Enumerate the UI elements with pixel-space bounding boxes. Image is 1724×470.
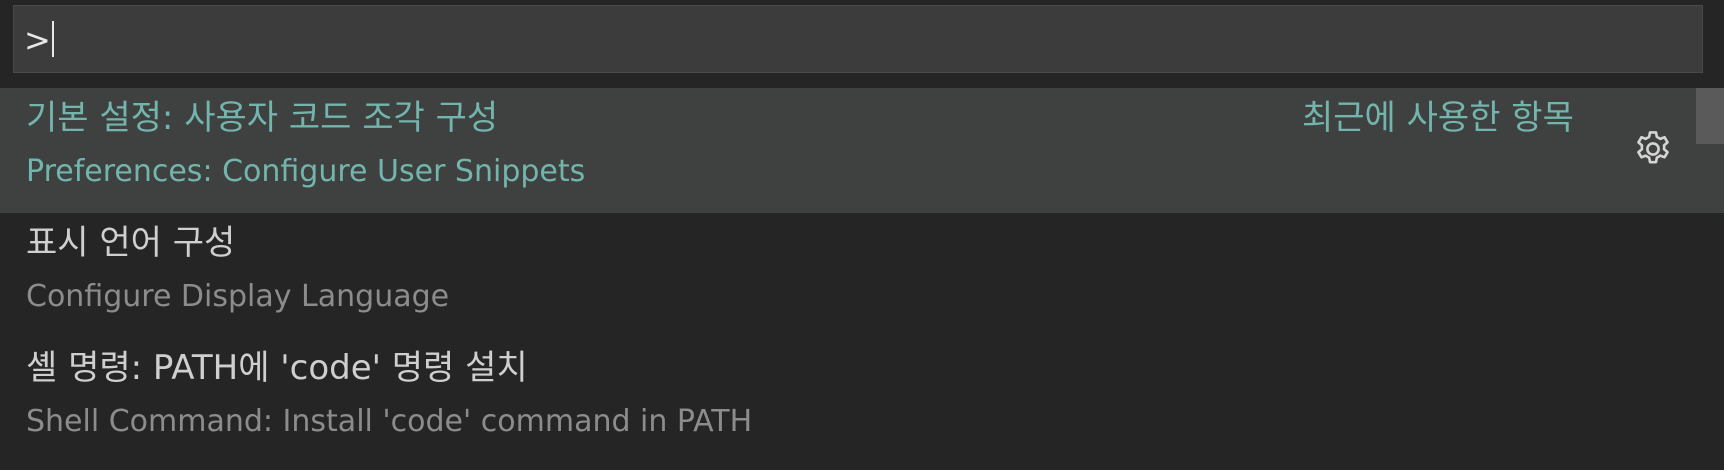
command-detail: Shell Command: Install 'code' command in… bbox=[26, 404, 753, 439]
command-label: 표시 언어 구성 bbox=[26, 223, 236, 263]
list-item-configure-display-language[interactable]: 표시 언어 구성 Configure Display Language bbox=[0, 213, 1724, 338]
command-detail: Preferences: Configure User Snippets bbox=[26, 154, 586, 189]
gear-icon[interactable] bbox=[1632, 128, 1674, 170]
command-input-box[interactable]: > bbox=[13, 5, 1703, 73]
scrollbar-track[interactable] bbox=[1696, 88, 1724, 470]
command-list: 기본 설정: 사용자 코드 조각 구성 최근에 사용한 항목 Preferenc… bbox=[0, 88, 1724, 470]
command-input-value: > bbox=[24, 21, 51, 59]
list-item-configure-user-snippets[interactable]: 기본 설정: 사용자 코드 조각 구성 최근에 사용한 항목 Preferenc… bbox=[0, 88, 1724, 213]
list-item-install-code-command[interactable]: 셸 명령: PATH에 'code' 명령 설치 Shell Command: … bbox=[0, 338, 1724, 463]
command-label: 셸 명령: PATH에 'code' 명령 설치 bbox=[26, 348, 528, 388]
command-label: 기본 설정: 사용자 코드 조각 구성 bbox=[26, 98, 499, 138]
command-detail: Configure Display Language bbox=[26, 279, 450, 314]
text-cursor bbox=[51, 21, 54, 57]
command-input[interactable]: > bbox=[24, 12, 54, 68]
recently-used-badge: 최근에 사용한 항목 bbox=[1302, 98, 1574, 138]
command-palette: > 기본 설정: 사용자 코드 조각 구성 최근에 사용한 항목 Prefere… bbox=[0, 0, 1724, 470]
scrollbar-thumb[interactable] bbox=[1696, 88, 1724, 144]
